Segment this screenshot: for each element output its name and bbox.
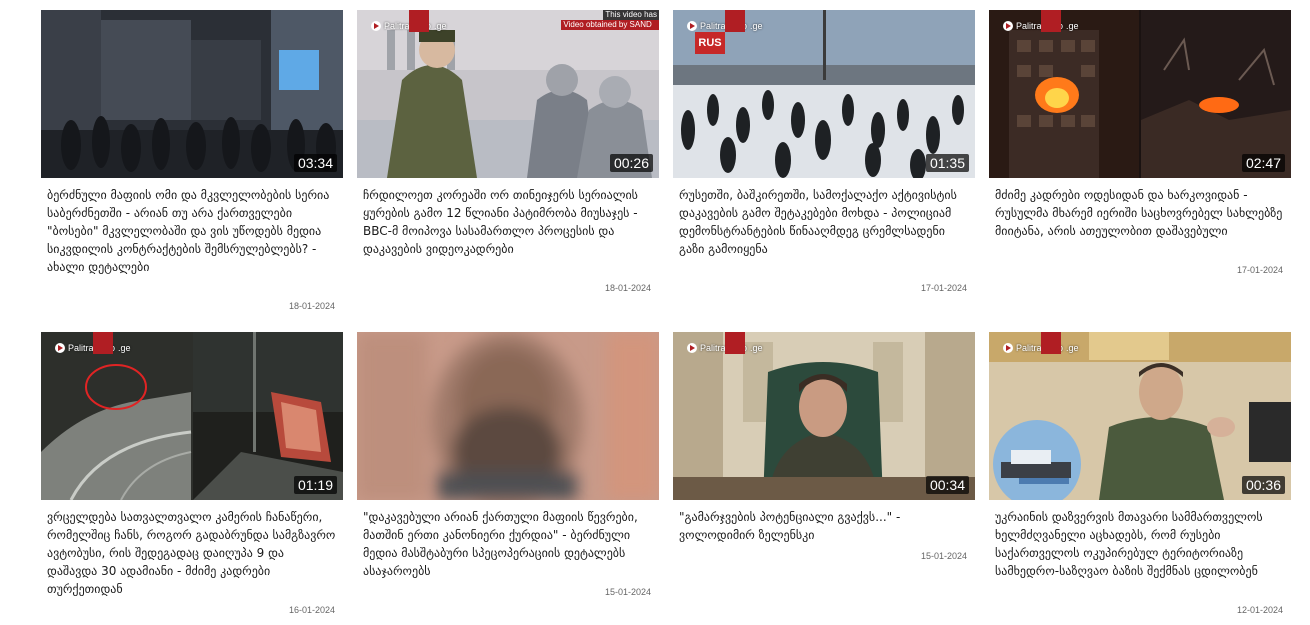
video-thumbnail[interactable]: 03:34 [41,10,343,178]
play-icon [687,343,697,353]
play-icon [55,343,65,353]
logo-suffix: .ge [1066,21,1079,31]
rus-badge: RUS [695,32,725,54]
video-thumbnail[interactable]: 01:19 [41,332,343,500]
video-duration: 02:47 [1241,154,1285,172]
video-title[interactable]: "გამარჯვების პოტენციალი გვაქვს..." - ვოლ… [679,508,969,544]
logo-suffix: .ge [750,343,763,353]
video-card[interactable]: 00:34 "გამარჯვების პოტენციალი გვაქვს..."… [673,332,975,567]
video-date: 12-01-2024 [1236,605,1283,615]
logo-red-block [1041,10,1061,32]
video-duration: 01:35 [925,154,969,172]
video-title[interactable]: ჩრდილოეთ კორეაში ორ თინეიჯერს სერიალის ყ… [363,186,653,258]
logo-red-block [409,10,429,32]
video-card[interactable]: 03:34 ბერძნული მაფიის ომი და მკვლელობები… [41,10,343,311]
video-duration: 00:36 [1241,476,1285,494]
play-icon [1003,343,1013,353]
video-date: 16-01-2024 [288,605,335,615]
play-icon [1003,21,1013,31]
logo-watermark: Palitravideo .ge [989,332,1089,356]
video-duration: 00:26 [609,154,653,172]
courtroom-image [357,10,659,178]
logo-watermark: Palitravideo .ge [989,10,1089,34]
logo-red-block [725,332,745,354]
video-card[interactable]: 02:47 მძიმე კადრები ოდესიდან და ხარკოვიდ… [989,10,1291,280]
office-speech-image [673,332,975,500]
logo-red-block [1041,332,1061,354]
video-date: 15-01-2024 [604,587,651,597]
logo-watermark: Palitravideo .ge [673,332,773,356]
logo-watermark: Palitravideo .ge [673,10,773,34]
video-title[interactable]: ვრცელდება სათვალთვალო კამერის ჩანაწერი, … [47,508,337,598]
interview-ship-image [989,332,1291,500]
video-card[interactable]: 01:19 ვრცელდება სათვალთვალო კამერის ჩანა… [41,332,343,620]
video-thumbnail[interactable] [357,332,659,500]
video-card[interactable]: "დაკავებული არიან ქართული მაფიის წევრები… [357,332,659,602]
video-thumbnail[interactable]: This video has Video obtained by SAND 00… [357,10,659,178]
video-thumbnail[interactable]: 02:47 [989,10,1291,178]
logo-suffix: .ge [750,21,763,31]
logo-suffix: .ge [1066,343,1079,353]
play-icon [371,21,381,31]
bbc-caption: This video has Video obtained by SAND [561,10,659,30]
video-card[interactable]: RUS 01:35 რუსეთში, ბაშკირეთში, სამოქალაქ… [673,10,975,295]
caption-line: This video has [603,10,659,20]
video-thumbnail[interactable]: 00:34 [673,332,975,500]
logo-red-block [93,332,113,354]
video-thumbnail[interactable]: 00:36 [989,332,1291,500]
video-card[interactable]: 00:36 უკრაინის დაზვერვის მთავარი სამმართ… [989,332,1291,620]
logo-suffix: .ge [118,343,131,353]
video-title[interactable]: "დაკავებული არიან ქართული მაფიის წევრები… [363,508,653,580]
video-title[interactable]: უკრაინის დაზვერვის მთავარი სამმართველოს … [995,508,1285,580]
video-title[interactable]: რუსეთში, ბაშკირეთში, სამოქალაქო აქტივისტ… [679,186,969,258]
street-night-image [41,10,343,178]
blurred-portrait-image [357,332,659,500]
logo-watermark: Palitravideo .ge [357,10,457,34]
video-title[interactable]: მძიმე კადრები ოდესიდან და ხარკოვიდან - რ… [995,186,1285,240]
logo-watermark: Palitravideo .ge [41,332,141,356]
road-accident-image [41,332,343,500]
video-date: 18-01-2024 [288,301,335,311]
video-duration: 01:19 [293,476,337,494]
video-title[interactable]: ბერძნული მაფიის ომი და მკვლელობების სერი… [47,186,337,276]
logo-red-block [725,10,745,32]
video-card[interactable]: This video has Video obtained by SAND 00… [357,10,659,295]
video-date: 18-01-2024 [604,283,651,293]
video-duration: 00:34 [925,476,969,494]
building-fire-image [989,10,1291,178]
logo-suffix: .ge [434,21,447,31]
video-date: 17-01-2024 [920,283,967,293]
play-icon [687,21,697,31]
video-thumbnail[interactable]: RUS 01:35 [673,10,975,178]
video-date: 17-01-2024 [1236,265,1283,275]
video-duration: 03:34 [293,154,337,172]
caption-line: Video obtained by SAND [561,20,659,30]
video-date: 15-01-2024 [920,551,967,561]
